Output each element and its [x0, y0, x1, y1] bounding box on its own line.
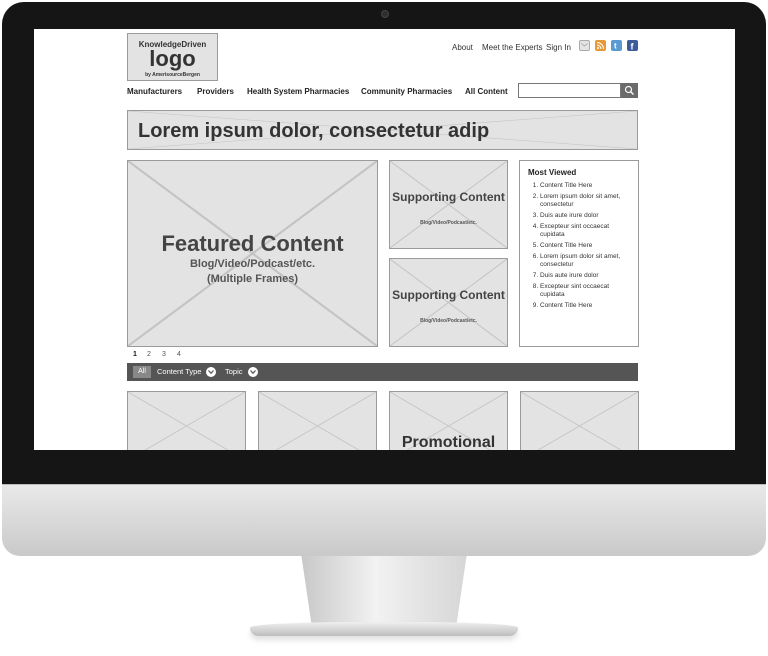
nav-manufacturers[interactable]: Manufacturers — [127, 87, 182, 96]
most-viewed-panel: Most Viewed Content Title Here Lorem ips… — [519, 160, 639, 347]
about-link[interactable]: About — [452, 43, 473, 52]
page-2[interactable]: 2 — [147, 351, 151, 358]
logo-line-3: by AmerisourceBergen — [145, 72, 200, 78]
monitor-stand — [301, 556, 467, 626]
page-1[interactable]: 1 — [133, 351, 137, 358]
chevron-down-icon[interactable] — [248, 367, 258, 377]
most-viewed-item[interactable]: Duis aute irure dolor — [540, 272, 634, 280]
most-viewed-item[interactable]: Lorem ipsum dolor sit amet, consectetur — [540, 253, 634, 269]
filter-all-button[interactable]: All — [133, 366, 151, 378]
most-viewed-item[interactable]: Content Title Here — [540, 242, 634, 250]
facebook-icon[interactable]: f — [627, 40, 638, 51]
svg-text:t: t — [614, 42, 617, 51]
monitor: KnowledgeDriven logo by AmerisourceBerge… — [0, 0, 768, 656]
nav-all-content[interactable]: All Content — [465, 87, 508, 96]
nav-health-system-pharmacies[interactable]: Health System Pharmacies — [247, 87, 349, 96]
page-3[interactable]: 3 — [162, 351, 166, 358]
camera — [381, 10, 389, 18]
twitter-icon[interactable]: t — [611, 40, 622, 51]
featured-subtitle: Blog/Video/Podcast/etc. — [189, 258, 316, 270]
supporting-subtitle: Blog/Video/Podcast/etc. — [420, 318, 477, 324]
promotional-tile[interactable]: Promotional — [389, 391, 508, 450]
search-icon — [624, 85, 634, 95]
content-tile[interactable] — [520, 391, 639, 450]
filter-topic[interactable]: Topic — [225, 367, 243, 376]
supporting-content-2[interactable]: Supporting Content Blog/Video/Podcast/et… — [389, 258, 508, 347]
svg-text:f: f — [631, 42, 635, 52]
tile-label: Promotional — [401, 434, 496, 450]
most-viewed-item[interactable]: Content Title Here — [540, 182, 634, 190]
search-input[interactable] — [518, 83, 621, 98]
featured-note: (Multiple Frames) — [206, 273, 299, 285]
featured-content[interactable]: Featured Content Blog/Video/Podcast/etc.… — [127, 160, 378, 347]
supporting-title: Supporting Content — [392, 190, 505, 204]
filter-content-type[interactable]: Content Type — [157, 367, 201, 376]
most-viewed-item[interactable]: Excepteur sint occaecat cupidata — [540, 223, 634, 239]
monitor-chin — [2, 484, 766, 556]
supporting-title: Supporting Content — [392, 288, 505, 302]
meet-the-experts-link[interactable]: Meet the Experts — [482, 43, 542, 52]
content-tile[interactable] — [127, 391, 246, 450]
nav-community-pharmacies[interactable]: Community Pharmacies — [361, 87, 452, 96]
filter-bar: All Content Type Topic — [127, 363, 638, 381]
logo-line-2: logo — [149, 46, 196, 71]
supporting-content-1[interactable]: Supporting Content Blog/Video/Podcast/et… — [389, 160, 508, 249]
search-button[interactable] — [621, 83, 638, 98]
nav-providers[interactable]: Providers — [197, 87, 234, 96]
most-viewed-item[interactable]: Lorem ipsum dolor sit amet, consectetur — [540, 193, 634, 209]
content-tile[interactable] — [258, 391, 377, 450]
most-viewed-item[interactable]: Excepteur sint occaecat cupidata — [540, 283, 634, 299]
most-viewed-item[interactable]: Duis aute irure dolor — [540, 212, 634, 220]
monitor-stand-base — [250, 622, 518, 636]
most-viewed-heading: Most Viewed — [528, 168, 577, 177]
supporting-subtitle: Blog/Video/Podcast/etc. — [420, 220, 477, 226]
screen: KnowledgeDriven logo by AmerisourceBerge… — [34, 29, 735, 450]
featured-title: Featured Content — [161, 231, 344, 256]
mail-icon[interactable] — [579, 40, 590, 51]
hero-banner[interactable]: Lorem ipsum dolor, consectetur adip — [127, 110, 638, 150]
chevron-down-icon[interactable] — [206, 367, 216, 377]
rss-icon[interactable] — [595, 40, 606, 51]
site-logo[interactable]: KnowledgeDriven logo by AmerisourceBerge… — [127, 33, 218, 81]
sign-in-link[interactable]: Sign In — [546, 43, 571, 52]
banner-title: Lorem ipsum dolor, consectetur adip — [138, 120, 490, 142]
most-viewed-item[interactable]: Content Title Here — [540, 302, 634, 310]
page-4[interactable]: 4 — [177, 351, 181, 358]
